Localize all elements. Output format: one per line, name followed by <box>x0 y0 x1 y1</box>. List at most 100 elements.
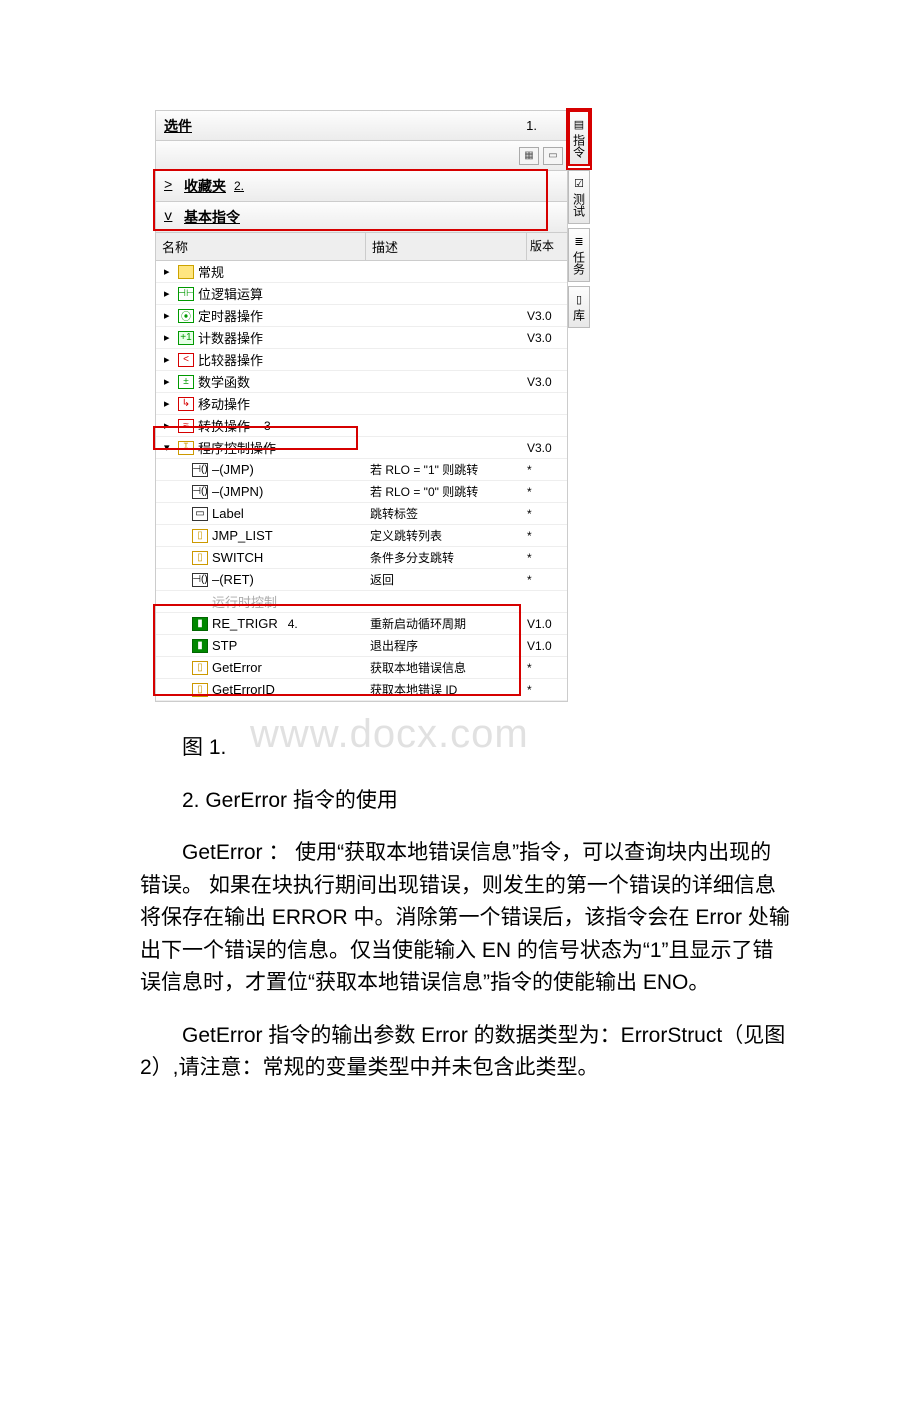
tree-arrow-icon[interactable]: ▸ <box>164 397 174 411</box>
category-row[interactable]: ▸⦿定时器操作V3.0 <box>156 305 567 327</box>
toolbar-icon-grid[interactable]: ▦ <box>519 147 539 165</box>
category-row[interactable]: ▸+1计数器操作V3.0 <box>156 327 567 349</box>
instruction-row[interactable]: ▮RE_TRIGR4.重新启动循环周期V1.0 <box>156 613 567 635</box>
side-tab[interactable]: ☑测试 <box>568 170 590 224</box>
tree-arrow-icon[interactable]: ▸ <box>164 353 174 367</box>
tree-arrow-icon[interactable]: ▸ <box>164 331 174 345</box>
instruction-row[interactable]: ▯ GetErrorID 获取本地错误 ID* <box>156 679 567 701</box>
instruction-icon: ▯ <box>192 529 208 543</box>
instruction-row[interactable]: ▮STP退出程序V1.0 <box>156 635 567 657</box>
category-version: V3.0 <box>527 441 567 455</box>
instruction-row[interactable]: ⊣()–(JMP)若 RLO = "1" 则跳转* <box>156 459 567 481</box>
instruction-label: –(JMPN) <box>212 484 263 499</box>
instruction-icon: ▭ <box>192 507 208 521</box>
side-tab-icon: ▤ <box>574 118 584 131</box>
side-tab-label: 库 <box>571 309 588 321</box>
instruction-icon: ▯ <box>192 683 208 697</box>
category-row[interactable]: ▸≈转换操作3 <box>156 415 567 437</box>
expand-icon[interactable]: > <box>164 178 176 194</box>
instruction-version: V1.0 <box>527 617 567 631</box>
instruction-icon <box>192 595 208 609</box>
category-row[interactable]: ▾↧程序控制操作V3.0 <box>156 437 567 459</box>
instruction-row[interactable]: ▯SWITCH条件多分支跳转* <box>156 547 567 569</box>
instruction-tree: ▸常规▸⊣⊢位逻辑运算▸⦿定时器操作V3.0▸+1计数器操作V3.0▸<比较器操… <box>156 261 567 701</box>
category-row[interactable]: ▸<比较器操作 <box>156 349 567 371</box>
annotation: 3 <box>264 419 271 433</box>
category-label: 常规 <box>198 262 224 281</box>
column-headers: 名称 描述 版本 <box>156 233 567 261</box>
instruction-desc: 重新启动循环周期 <box>366 615 527 632</box>
category-icon: ⊣⊢ <box>178 287 194 301</box>
instruction-desc: 若 RLO = "0" 则跳转 <box>366 483 527 500</box>
instruction-row[interactable]: ▯ JMP_LIST 定义跳转列表* <box>156 525 567 547</box>
side-tab-icon: ▯ <box>576 293 582 306</box>
category-label: 计数器操作 <box>198 328 263 347</box>
instruction-icon: ▮ <box>192 617 208 631</box>
category-label: 数学函数 <box>198 372 250 391</box>
favorites-section: > 收藏夹 2. <box>156 171 567 202</box>
section-heading-2: 2. GerError 指令的使用 <box>140 785 790 818</box>
tree-arrow-icon[interactable]: ▾ <box>164 441 174 455</box>
category-row[interactable]: ▸↳移动操作 <box>156 393 567 415</box>
instruction-desc: 定义跳转列表 <box>366 527 527 544</box>
instruction-desc: 条件多分支跳转 <box>366 549 527 566</box>
panel-title-bar: 选件 1. <box>156 111 567 141</box>
instruction-desc: 跳转标签 <box>366 505 527 522</box>
instruction-desc: 获取本地错误 ID <box>366 681 527 698</box>
panel-toolbar: ▦ ▭ <box>156 141 567 171</box>
category-icon <box>178 265 194 279</box>
category-row[interactable]: ▸ ⊣⊢ 位逻辑运算 <box>156 283 567 305</box>
category-icon: ↧ <box>178 441 194 455</box>
side-tab-icon: ☑ <box>574 177 584 190</box>
category-icon: +1 <box>178 331 194 345</box>
category-icon: ↳ <box>178 397 194 411</box>
instruction-row[interactable]: ⊣()–(RET)返回* <box>156 569 567 591</box>
instruction-label: JMP_LIST <box>212 528 273 543</box>
tree-arrow-icon[interactable]: ▸ <box>164 375 174 389</box>
category-version: V3.0 <box>527 375 567 389</box>
instruction-version: * <box>527 573 567 587</box>
tree-arrow-icon[interactable]: ▸ <box>164 419 174 433</box>
instruction-label: –(JMP) <box>212 462 254 477</box>
side-tab[interactable]: ≣任务 <box>568 228 590 282</box>
panel-title: 选件 <box>164 116 192 136</box>
instruction-icon: ▮ <box>192 639 208 653</box>
category-row[interactable]: ▸±数学函数V3.0 <box>156 371 567 393</box>
tree-arrow-icon[interactable]: ▸ <box>164 309 174 323</box>
figure: 选件 1. ▦ ▭ > 收藏夹 2. v 基本指令 名称 描述 版本 ▸ 常规 ▸ ⊣… <box>155 110 605 702</box>
instruction-version: * <box>527 683 567 697</box>
basic-header[interactable]: v 基本指令 <box>156 202 567 233</box>
instruction-row[interactable]: ▯GetError获取本地错误信息* <box>156 657 567 679</box>
category-row[interactable]: ▸ 常规 <box>156 261 567 283</box>
figure-caption: 图 1. <box>140 732 790 765</box>
tree-arrow-icon[interactable]: ▸ <box>164 287 174 301</box>
basic-label: 基本指令 <box>184 207 240 227</box>
instruction-version: * <box>527 529 567 543</box>
tree-arrow-icon[interactable]: ▸ <box>164 265 174 279</box>
category-label: 转换操作 <box>198 416 250 435</box>
instruction-row[interactable]: ⊣()–(JMPN)若 RLO = "0" 则跳转* <box>156 481 567 503</box>
expand-icon[interactable]: v <box>164 209 176 225</box>
favorites-header[interactable]: > 收藏夹 2. <box>156 171 567 202</box>
instruction-row[interactable]: ▭ Label 跳转标签* <box>156 503 567 525</box>
side-tab-icon: ≣ <box>574 235 583 248</box>
instruction-label: GetError <box>212 660 262 675</box>
basic-section: v 基本指令 <box>156 202 567 233</box>
category-label: 位逻辑运算 <box>198 284 263 303</box>
instruction-version: * <box>527 507 567 521</box>
instruction-label: STP <box>212 638 237 653</box>
side-tab-strip: ▤指令☑测试≣任务▯库 <box>568 110 590 332</box>
instruction-label: GetErrorID <box>212 682 275 697</box>
document-body: 图 1. 2. GerError 指令的使用 GetError ： 使用“获取本… <box>140 732 790 1085</box>
instruction-version: * <box>527 661 567 675</box>
instruction-desc: 退出程序 <box>366 637 527 654</box>
toolbar-icon-box[interactable]: ▭ <box>543 147 563 165</box>
instruction-icon: ⊣() <box>192 573 208 587</box>
side-tab[interactable]: ▤指令 <box>568 110 590 166</box>
instruction-icon: ⊣() <box>192 485 208 499</box>
category-version: V3.0 <box>527 309 567 323</box>
side-tab[interactable]: ▯库 <box>568 286 590 328</box>
favorites-label: 收藏夹 <box>184 176 226 196</box>
instruction-label: Label <box>212 506 244 521</box>
instruction-desc: 返回 <box>366 571 527 588</box>
